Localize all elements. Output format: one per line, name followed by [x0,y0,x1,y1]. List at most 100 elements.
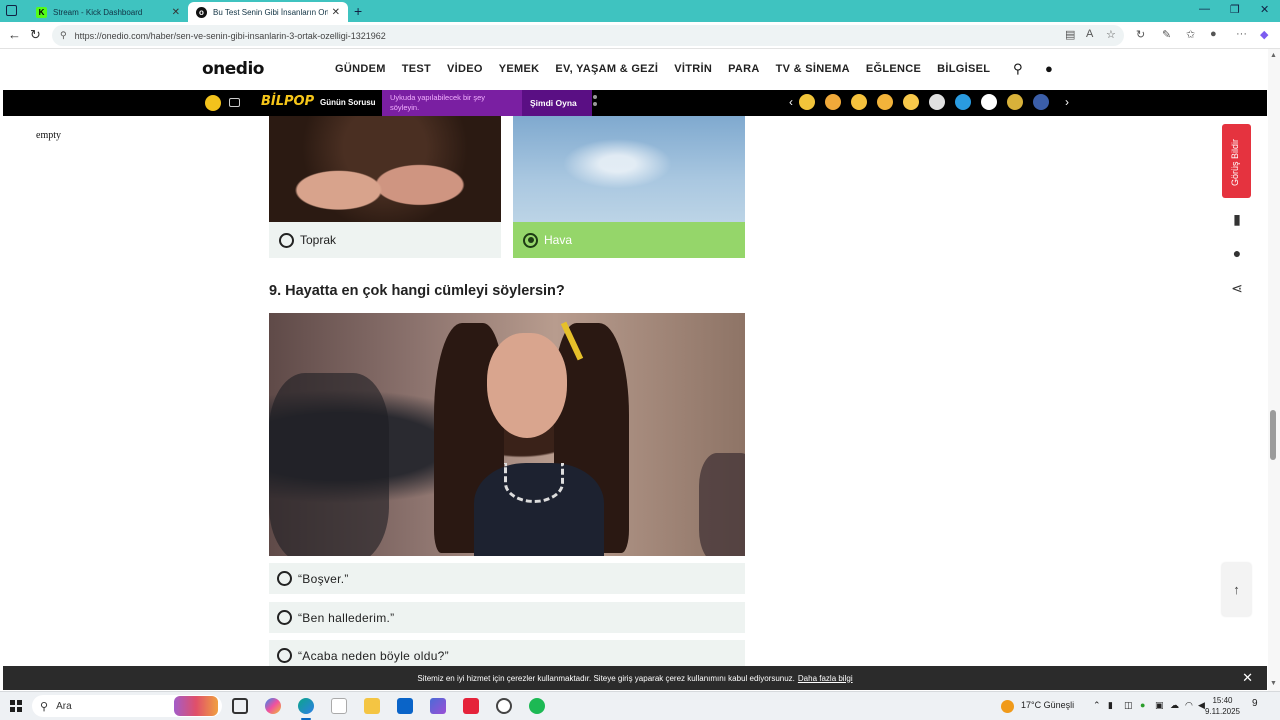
emoji-heart-eyes-icon[interactable] [851,94,867,110]
question-image [269,313,745,556]
nav-item-tv-sinema[interactable]: TV & SİNEMA [776,63,850,75]
cloud-icon[interactable]: ☁ [1170,700,1179,711]
tray-app-icon[interactable]: ▣ [1155,700,1164,711]
search-icon[interactable]: ⚲ [1013,61,1023,77]
tab-kick-dashboard[interactable]: K Stream - Kick Dashboard ✕ [28,2,188,22]
app-icon[interactable] [430,698,446,714]
answer-option[interactable]: “Ben hallederim.” [269,602,745,633]
task-view-icon[interactable] [232,698,248,714]
profile-avatar-icon[interactable]: ● [1210,28,1217,40]
back-to-top-button[interactable]: ↑ [1222,563,1251,616]
radio-selected-icon[interactable] [523,232,538,248]
carousel-dots[interactable] [593,95,597,109]
nav-item-bilgisel[interactable]: BİLGİSEL [937,63,990,75]
nav-item-gundem[interactable]: GÜNDEM [335,63,386,75]
scroll-up-icon[interactable]: ▲ [1270,52,1277,59]
edge-browser-icon[interactable] [298,698,314,714]
chevron-left-icon[interactable]: ‹ [789,95,793,109]
emoji-flag-icon[interactable] [1033,94,1049,110]
minimize-icon[interactable]: — [1199,3,1210,15]
bilpop-game-icon[interactable] [205,95,221,111]
answer-option[interactable]: “Boşver.” [269,563,745,594]
nav-item-para[interactable]: PARA [728,63,760,75]
bilpop-card-icon[interactable] [229,98,240,107]
clock[interactable]: 15:40 9.11.2025 [1205,695,1240,717]
nav-item-test[interactable]: TEST [402,63,431,75]
favorites-icon[interactable]: ✩ [1186,28,1195,41]
play-now-button[interactable]: Şimdi Oyna [522,90,592,116]
emoji-badge-icon[interactable] [1007,94,1023,110]
radio-icon[interactable] [277,610,292,625]
emoji-cross-icon[interactable] [929,94,945,110]
radio-icon[interactable] [277,571,292,586]
option-image-hava[interactable] [513,116,745,222]
tray-app-icon[interactable]: ◫ [1124,700,1133,711]
scrollbar-track[interactable] [1268,49,1280,691]
option-toprak[interactable]: Toprak [269,222,501,258]
url-field[interactable]: ⚲ https://onedio.com/haber/sen-ve-senin-… [52,25,1124,46]
close-window-icon[interactable]: ✕ [1260,3,1269,16]
option-image-toprak[interactable] [269,116,501,222]
site-info-icon[interactable]: ⚲ [60,30,67,41]
weather-icon[interactable] [1001,700,1014,713]
radio-icon[interactable] [277,648,292,663]
windows-start-icon[interactable] [10,700,22,712]
nav-item-ev-yasam-gezi[interactable]: EV, YAŞAM & GEZİ [555,63,658,75]
close-icon[interactable]: ✕ [1242,670,1253,686]
tab-actions-icon[interactable] [6,5,17,16]
emoji-blue-icon[interactable] [955,94,971,110]
microphone-icon[interactable]: ▮ [1108,700,1113,711]
emoji-ok-icon[interactable] [981,94,997,110]
emoji-sad-icon[interactable] [877,94,893,110]
file-explorer-icon[interactable] [364,698,380,714]
spotify-icon[interactable] [529,698,545,714]
copilot-app-icon[interactable] [265,698,281,714]
store-app-icon[interactable] [331,698,347,714]
nav-item-eglence[interactable]: EĞLENCE [866,63,921,75]
tray-green-icon[interactable]: ● [1140,700,1145,710]
user-icon[interactable]: ● [1045,61,1053,76]
github-icon[interactable] [496,698,512,714]
share-icon[interactable]: ⋖ [1228,280,1246,297]
notification-badge[interactable]: 9 [1252,698,1258,709]
new-tab-icon[interactable]: + [354,3,362,19]
extension-icon[interactable]: ✎ [1162,28,1171,41]
menu-dots-icon[interactable]: ··· [1236,28,1247,40]
radio-icon[interactable] [279,232,294,248]
scrollbar-thumb[interactable] [1270,410,1276,460]
comments-icon[interactable]: ● [1228,245,1246,261]
extension-refresh-icon[interactable]: ↻ [1136,28,1145,41]
tab-onedio-quiz[interactable]: o Bu Test Senin Gibi İnsanların Orta ✕ [188,2,348,22]
bilpop-logo[interactable]: BİLPOP [261,94,314,109]
wifi-icon[interactable]: ◠ [1185,700,1193,711]
nav-item-video[interactable]: VİDEO [447,63,483,75]
outlook-icon[interactable] [397,698,413,714]
volume-icon[interactable]: ◀ [1198,700,1205,711]
maximize-icon[interactable]: ❐ [1230,3,1240,16]
nav-item-yemek[interactable]: YEMEK [499,63,540,75]
onedio-logo[interactable]: onedio [202,59,265,79]
close-tab-icon[interactable]: ✕ [172,7,180,18]
copilot-icon[interactable]: ◆ [1260,28,1268,41]
cookie-more-info-link[interactable]: Daha fazla bilgi [798,674,853,683]
nav-item-vitrin[interactable]: VİTRİN [674,63,712,75]
emoji-laugh-icon[interactable] [903,94,919,110]
close-tab-icon[interactable]: ✕ [332,7,340,18]
feedback-button[interactable]: Görüş Bildir [1222,124,1251,198]
emoji-glasses-icon[interactable] [799,94,815,110]
scroll-down-icon[interactable]: ▼ [1270,680,1277,687]
daily-question-text[interactable]: Uykuda yapılabilecek bir şey söyleyin. [382,90,522,116]
taskbar-search[interactable]: ⚲ Ara [32,695,222,717]
emoji-blush-icon[interactable] [825,94,841,110]
reading-view-icon[interactable]: ▤ [1065,28,1075,41]
weather-text[interactable]: 17°C Güneşli [1021,700,1074,710]
bookmark-icon[interactable]: ▮ [1228,211,1246,228]
read-aloud-icon[interactable]: A [1086,28,1093,40]
option-hava[interactable]: Hava [513,222,745,258]
office-app-icon[interactable] [463,698,479,714]
refresh-icon[interactable]: ↻ [30,27,41,43]
favorite-star-icon[interactable]: ☆ [1106,28,1116,41]
chevron-right-icon[interactable]: › [1065,95,1069,109]
tray-chevron-icon[interactable]: ⌃ [1093,700,1101,711]
back-icon[interactable]: ← [8,27,21,42]
